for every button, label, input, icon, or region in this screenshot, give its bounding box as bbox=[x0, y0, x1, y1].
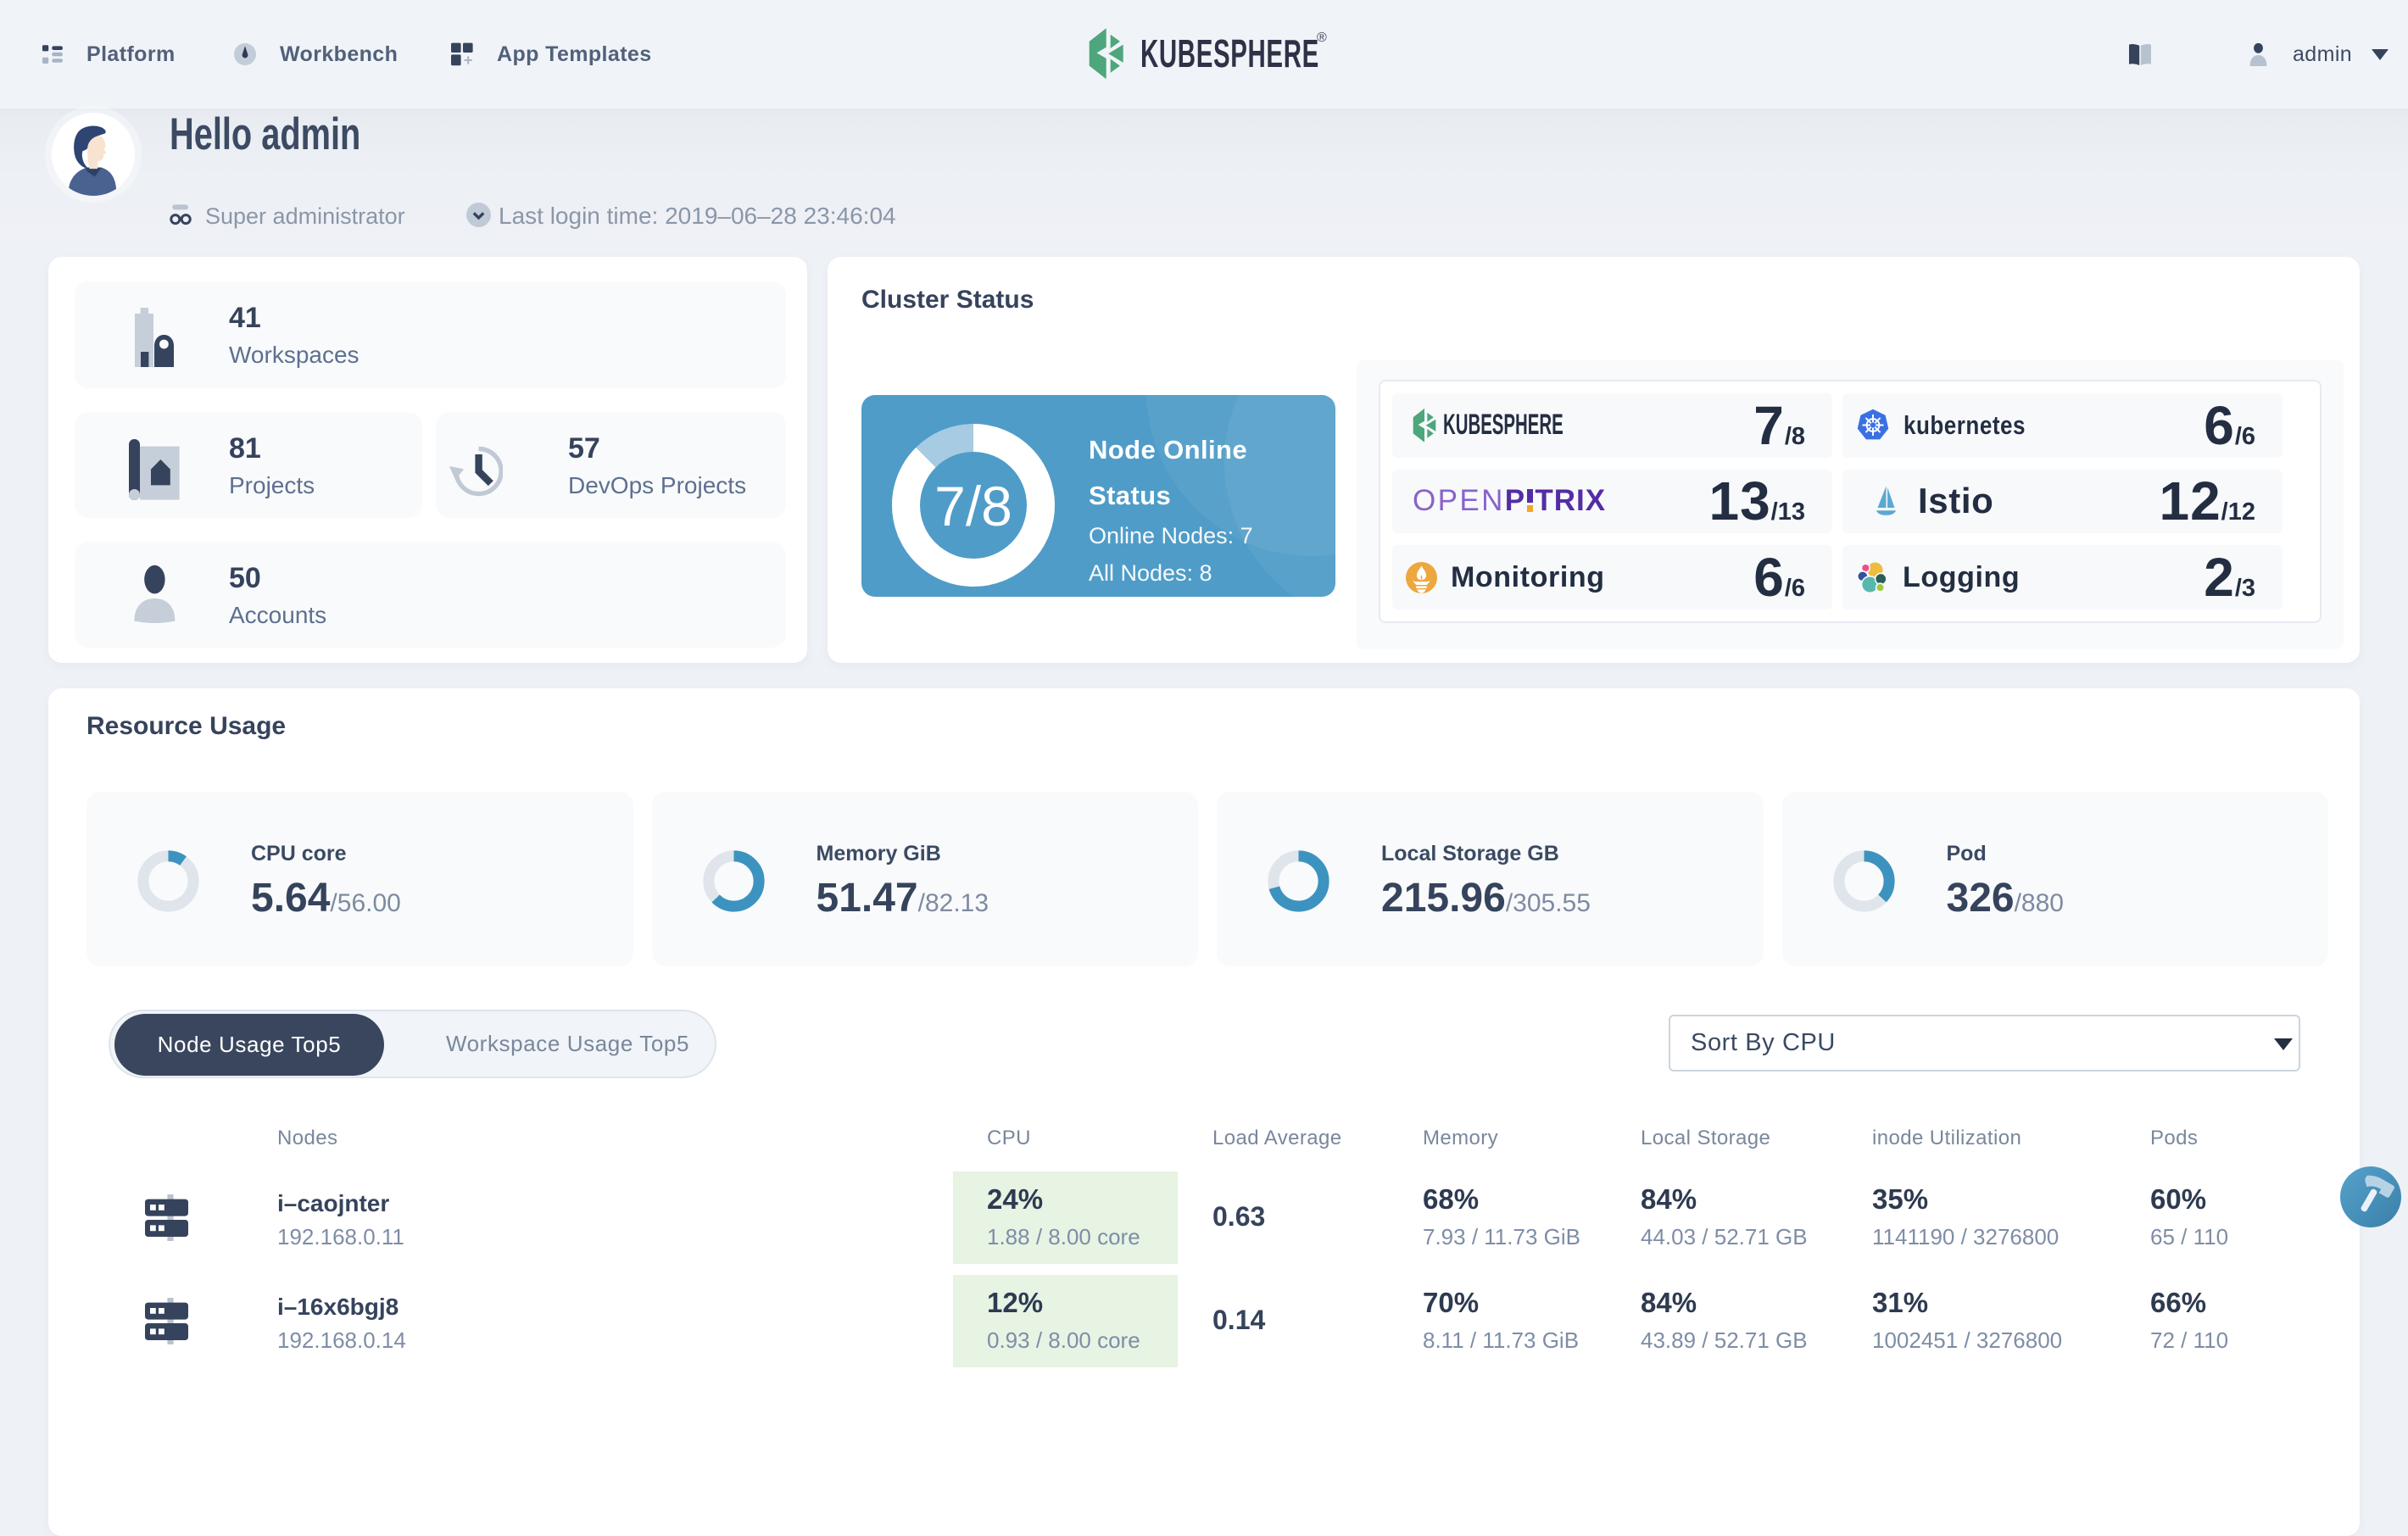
svg-text:7/8: 7/8 bbox=[934, 475, 1012, 537]
